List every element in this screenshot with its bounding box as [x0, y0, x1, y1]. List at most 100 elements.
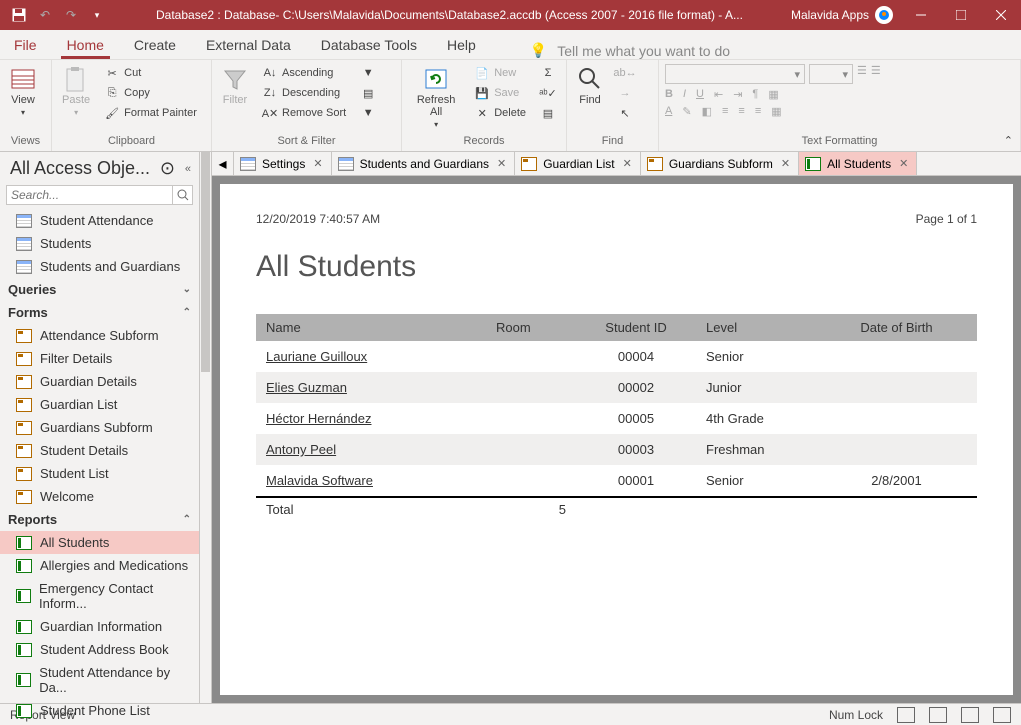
cell-name[interactable]: Héctor Hernández [256, 403, 486, 434]
more-records-button[interactable]: ▤ [536, 104, 560, 122]
italic-button[interactable]: I [683, 88, 686, 101]
nav-item-student-details[interactable]: Student Details [0, 439, 199, 462]
align-center-icon[interactable]: ≡ [738, 105, 744, 118]
doc-tab-students-guardians[interactable]: Students and Guardians✕ [332, 152, 516, 175]
design-view-icon[interactable] [993, 707, 1011, 723]
remove-sort-button[interactable]: A✕Remove Sort [258, 104, 350, 122]
paste-button[interactable]: Paste ▾ [58, 64, 94, 119]
close-icon[interactable]: ✕ [897, 157, 910, 170]
font-color-button[interactable]: A [665, 105, 672, 118]
cell-name[interactable]: Malavida Software [256, 465, 486, 497]
ascending-button[interactable]: A↓Ascending [258, 64, 350, 82]
filter-button[interactable]: Filter [218, 64, 252, 108]
nav-item-emergency-contact[interactable]: Emergency Contact Inform... [0, 577, 199, 615]
nav-item-student-attendance[interactable]: Student Attendance [0, 209, 199, 232]
tab-external-data[interactable]: External Data [200, 33, 297, 59]
format-cells-icon[interactable]: ▦ [771, 105, 781, 118]
nav-section-forms[interactable]: Forms⌃ [0, 301, 199, 324]
font-family-select[interactable]: ▾ [665, 64, 805, 84]
selection-filter-button[interactable]: ▼ [356, 64, 380, 82]
bold-button[interactable]: B [665, 88, 673, 101]
close-button[interactable] [981, 0, 1021, 30]
close-icon[interactable]: ✕ [779, 157, 792, 170]
copy-button[interactable]: ⎘Copy [100, 84, 201, 102]
cell-name[interactable]: Lauriane Guilloux [256, 341, 486, 372]
apps-button[interactable]: Malavida Apps [783, 6, 901, 24]
indent-increase-icon[interactable]: ⇥ [733, 88, 742, 101]
minimize-button[interactable] [901, 0, 941, 30]
delete-record-button[interactable]: ✕Delete [470, 104, 530, 122]
format-painter-button[interactable]: 🖌Format Painter [100, 104, 201, 122]
align-left-icon[interactable]: ≡ [722, 105, 728, 118]
find-button[interactable]: Find [573, 64, 607, 108]
close-icon[interactable]: ✕ [495, 157, 508, 170]
cut-button[interactable]: ✂Cut [100, 64, 201, 82]
nav-title[interactable]: All Access Obje... [10, 158, 150, 179]
nav-item-guardian-list[interactable]: Guardian List [0, 393, 199, 416]
advanced-filter-button[interactable]: ▤ [356, 84, 380, 102]
maximize-button[interactable] [941, 0, 981, 30]
cell-name[interactable]: Elies Guzman [256, 372, 486, 403]
undo-icon[interactable]: ↶ [34, 4, 56, 26]
cell-name[interactable]: Antony Peel [256, 434, 486, 465]
font-size-select[interactable]: ▾ [809, 64, 853, 84]
nav-item-allergies[interactable]: Allergies and Medications [0, 554, 199, 577]
doc-tab-guardian-list[interactable]: Guardian List✕ [515, 152, 641, 175]
select-button[interactable]: ↖ [613, 104, 637, 122]
close-icon[interactable]: ✕ [621, 157, 634, 170]
nav-item-guardians-subform[interactable]: Guardians Subform [0, 416, 199, 439]
save-icon[interactable] [8, 4, 30, 26]
doc-tab-settings[interactable]: Settings✕ [234, 152, 332, 175]
tab-home[interactable]: Home [61, 33, 110, 59]
toggle-filter-button[interactable]: ▼ [356, 104, 380, 122]
nav-item-all-students[interactable]: All Students [0, 531, 199, 554]
layout-view-icon[interactable] [961, 707, 979, 723]
tab-create[interactable]: Create [128, 33, 182, 59]
nav-item-students[interactable]: Students [0, 232, 199, 255]
nav-search-button[interactable] [173, 185, 193, 205]
nav-collapse-icon[interactable]: « [185, 163, 191, 175]
print-preview-icon[interactable] [929, 707, 947, 723]
nav-item-students-guardians[interactable]: Students and Guardians [0, 255, 199, 278]
qat-customize-icon[interactable]: ▾ [86, 4, 108, 26]
tab-file[interactable]: File [8, 33, 43, 59]
collapse-ribbon-button[interactable]: ⌃ [1004, 134, 1013, 147]
nav-item-guardian-details[interactable]: Guardian Details [0, 370, 199, 393]
nav-item-student-list[interactable]: Student List [0, 462, 199, 485]
spelling-button[interactable]: ᵃᵇ✓ [536, 84, 560, 102]
nav-item-welcome[interactable]: Welcome [0, 485, 199, 508]
text-direction-icon[interactable]: ¶ [752, 88, 758, 101]
nav-item-guardian-information[interactable]: Guardian Information [0, 615, 199, 638]
totals-button[interactable]: Σ [536, 64, 560, 82]
save-record-button[interactable]: 💾Save [470, 84, 530, 102]
fill-color-button[interactable]: ◧ [702, 105, 712, 118]
report-view-icon[interactable] [897, 707, 915, 723]
nav-search-input[interactable] [6, 185, 173, 205]
scrollbar-thumb[interactable] [201, 152, 210, 372]
nav-scrollbar[interactable] [200, 152, 212, 703]
tell-me-search[interactable]: 💡 Tell me what you want to do [500, 42, 1013, 59]
nav-item-student-attendance-by-date[interactable]: Student Attendance by Da... [0, 661, 199, 699]
close-icon[interactable]: ✕ [311, 157, 324, 170]
numbered-list-icon[interactable]: ☰ [857, 64, 867, 84]
nav-item-filter-details[interactable]: Filter Details [0, 347, 199, 370]
tab-scroll-left[interactable]: ◂ [212, 152, 234, 175]
tab-database-tools[interactable]: Database Tools [315, 33, 423, 59]
tab-help[interactable]: Help [441, 33, 482, 59]
doc-tab-guardians-subform[interactable]: Guardians Subform✕ [641, 152, 799, 175]
redo-icon[interactable]: ↷ [60, 4, 82, 26]
nav-item-attendance-subform[interactable]: Attendance Subform [0, 324, 199, 347]
highlight-button[interactable]: ✎ [682, 105, 691, 118]
bulleted-list-icon[interactable]: ☰ [871, 64, 881, 84]
nav-options-icon[interactable]: ⊙ [160, 158, 175, 179]
view-button[interactable]: View ▾ [6, 64, 40, 119]
nav-item-student-address-book[interactable]: Student Address Book [0, 638, 199, 661]
underline-button[interactable]: U [696, 88, 704, 101]
new-record-button[interactable]: 📄New [470, 64, 530, 82]
doc-tab-all-students[interactable]: All Students✕ [799, 152, 917, 175]
align-right-icon[interactable]: ≡ [755, 105, 761, 118]
indent-decrease-icon[interactable]: ⇤ [714, 88, 723, 101]
refresh-all-button[interactable]: Refresh All ▾ [408, 64, 464, 131]
grid-icon[interactable]: ▦ [768, 88, 778, 101]
nav-section-queries[interactable]: Queries⌄ [0, 278, 199, 301]
